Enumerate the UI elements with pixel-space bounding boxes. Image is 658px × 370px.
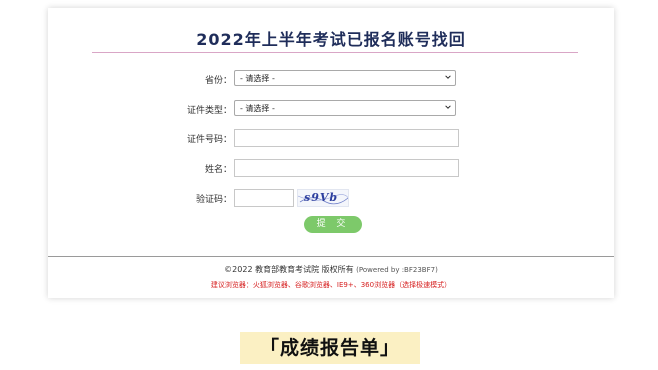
caption-label: 「成绩报告单」 [240,332,420,364]
captcha-row: 验证码： s9Vb [48,189,614,209]
province-row: 省份： - 请选择 - [48,70,614,90]
id-number-label: 证件号码： [186,135,232,145]
name-field[interactable] [234,159,459,177]
id-type-label: 证件类型： [186,106,232,116]
powered-by-text: (Powered by :BF23BF7) [356,266,438,274]
id-number-field[interactable] [234,129,459,147]
copyright-text: ©2022 教育部教育考试院 版权所有 [224,265,354,274]
id-type-select-value: - 请选择 - [240,104,275,113]
id-type-row: 证件类型： - 请选择 - [48,100,614,120]
name-label: 姓名： [204,165,232,175]
captcha-code: s9Vb [304,191,339,204]
chevron-down-icon [445,75,451,79]
id-type-select[interactable]: - 请选择 - [234,100,456,116]
recovery-form-card: 2022年上半年考试已报名账号找回 省份： - 请选择 - 证件类型： - 请选… [48,8,614,298]
submit-button[interactable]: 提 交 [304,216,362,233]
captcha-label: 验证码： [195,195,232,205]
province-label: 省份： [204,76,232,86]
browser-recommendation: 建议浏览器：火狐浏览器、谷歌浏览器、IE9+、360浏览器（选择极速模式） [210,281,452,289]
footer-copyright-line: ©2022 教育部教育考试院 版权所有 (Powered by :BF23BF7… [48,264,614,275]
captcha-image[interactable]: s9Vb [297,189,349,207]
province-select-value: - 请选择 - [240,74,275,83]
province-select[interactable]: - 请选择 - [234,70,456,86]
page-title: 2022年上半年考试已报名账号找回 [196,30,466,49]
name-row: 姓名： [48,159,614,179]
captcha-field[interactable] [234,189,294,207]
footer-divider [48,256,614,257]
id-number-row: 证件号码： [48,129,614,149]
chevron-down-icon [445,105,451,109]
title-divider [92,52,578,53]
